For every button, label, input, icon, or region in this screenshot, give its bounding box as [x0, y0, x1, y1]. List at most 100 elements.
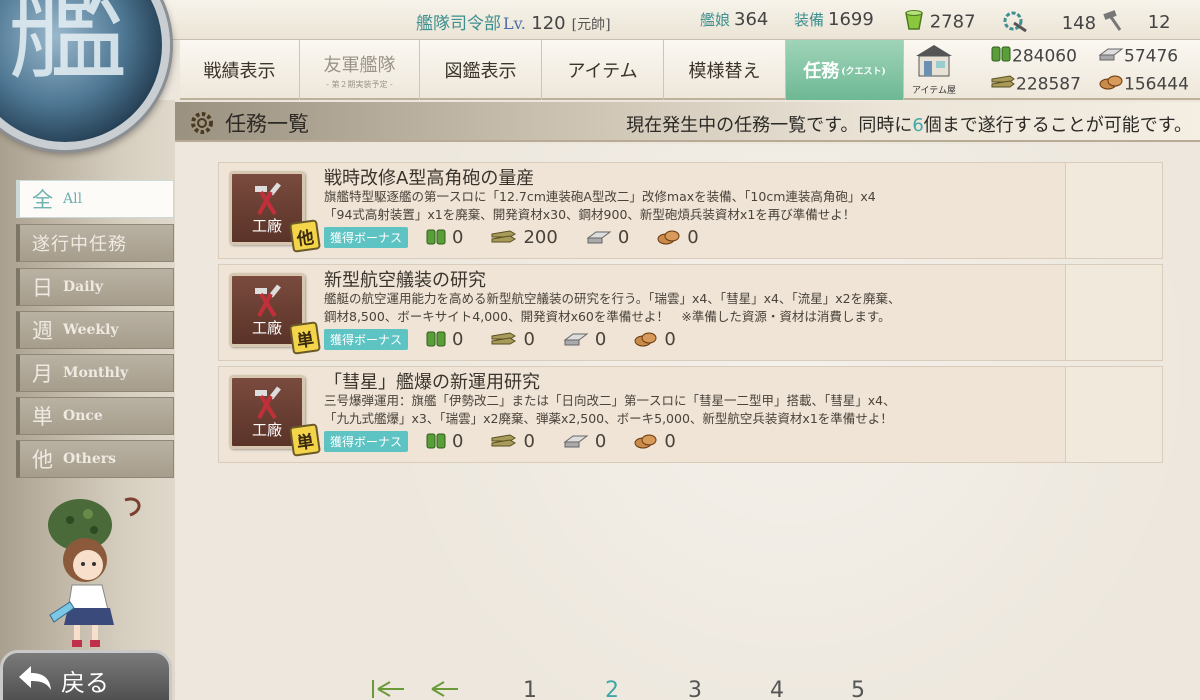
ship-count: 艦娘 364 [700, 9, 768, 30]
tab-sub-label: - 第２期実装予定 - [326, 79, 393, 89]
page-3[interactable]: 3 [688, 678, 702, 700]
first-page-icon[interactable] [370, 678, 410, 700]
shop-label: アイテム屋 [911, 86, 957, 96]
reward-ammo: 200 [491, 227, 558, 248]
category-all[interactable]: 全 All [16, 180, 174, 218]
bauxite-icon [634, 434, 657, 449]
equip-label: 装備 [794, 11, 825, 29]
quest-description: 艦艇の航空運用能力を高める新型航空艤装の研究を行う。「瑞雲」x4、「彗星」x4、… [324, 290, 1054, 326]
reward-value: 0 [452, 430, 464, 452]
bonus-button[interactable]: 獲得ボーナス [324, 430, 409, 452]
fuel-value: 284060 [1012, 46, 1077, 67]
item-shop-button[interactable]: アイテム屋 [904, 42, 964, 98]
fuel-icon [426, 433, 446, 449]
quest-rewards: 獲得ボーナス 0 0 0 0 [324, 430, 704, 452]
hammer-icon [1102, 9, 1126, 36]
reward-steel: 0 [563, 431, 606, 452]
reward-value: 0 [452, 328, 464, 350]
ammo-value: 228587 [1016, 74, 1081, 95]
reward-bauxite: 0 [657, 227, 699, 248]
tab-label: 戦績表示 [203, 61, 276, 82]
hammer-icon [249, 282, 289, 322]
bonus-button[interactable]: 獲得ボーナス [324, 328, 409, 350]
category-daily[interactable]: 日 Daily [16, 268, 174, 306]
category-weekly[interactable]: 週 Weekly [16, 311, 174, 349]
category-once[interactable]: 単 Once [16, 397, 174, 435]
bauxite-icon [1098, 73, 1124, 96]
category-in-progress[interactable]: 遂行中任務 [16, 224, 174, 262]
tab-battle-record[interactable]: 戦績表示 [180, 40, 300, 100]
quest-title: 戦時改修A型高角砲の量産 [324, 168, 535, 189]
reward-ammo: 0 [491, 328, 535, 350]
bauxite-value: 156444 [1124, 74, 1189, 95]
quest-item[interactable]: 工廠 単 「彗星」艦爆の新運用研究 三号爆弾運用：旗艦「伊勢改二」または「日向改… [218, 366, 1163, 463]
category-monthly[interactable]: 月 Monthly [16, 354, 174, 392]
rank-label: [元帥] [571, 17, 611, 33]
tab-en-label: (クエスト) [841, 66, 886, 77]
secretary-chibi [30, 490, 150, 654]
reward-value: 0 [664, 328, 676, 350]
steel-icon [1098, 45, 1124, 68]
header-msg-num: 6 [912, 115, 924, 136]
reward-fuel: 0 [426, 329, 463, 350]
category-en: Weekly [63, 322, 119, 338]
tab-items[interactable]: アイテム [542, 40, 664, 100]
reward-value: 0 [523, 328, 535, 350]
hammer-icon [249, 180, 289, 220]
category-others[interactable]: 他 Others [16, 440, 174, 478]
reward-bauxite: 0 [634, 328, 676, 350]
tab-label: 模様替え [688, 61, 761, 82]
tab-furniture[interactable]: 模様替え [664, 40, 786, 100]
quest-item[interactable]: 工廠 他 戦時改修A型高角砲の量産 旗艦特型駆逐艦の第一スロに「12.7cm連装… [218, 162, 1163, 259]
equip-count: 装備 1699 [794, 9, 874, 30]
bucket-icon [904, 9, 924, 36]
category-sidebar: 全 All 遂行中任務 日 Daily 週 Weekly 月 Monthly 単 Once… [0, 100, 175, 700]
page-4[interactable]: 4 [770, 678, 784, 700]
equip-value: 1699 [828, 9, 874, 30]
page-2[interactable]: 2 [605, 678, 619, 700]
quest-desc-line: 旗艦特型駆逐艦の第一スロに「12.7cm連装砲A型改二」改修maxを装備、「10… [324, 189, 876, 204]
tab-label: 任務 [803, 61, 840, 82]
quest-desc-line: 鋼材8,500、ボーキサイト4,000、開発資材x60を準備せよ！ ※準備した資… [324, 309, 891, 324]
bonus-button[interactable]: 獲得ボーナス [324, 226, 409, 248]
reward-bauxite: 0 [634, 431, 676, 452]
tab-quests[interactable]: 任務 (クエスト) [786, 40, 904, 100]
steel-value: 57476 [1124, 46, 1179, 67]
page-1[interactable]: 1 [523, 678, 537, 700]
bucket-count: 2787 [904, 9, 976, 36]
reward-value: 0 [617, 226, 630, 248]
quest-desc-line: 三号爆弾運用：旗艦「伊勢改二」または「日向改二」第一スロに「彗星一二型甲」搭載、… [324, 393, 896, 408]
header-message: 現在発生中の任務一覧です。同時に6個まで遂行することが可能です。 [626, 111, 1192, 137]
quest-rewards: 獲得ボーナス 0 0 0 0 [324, 328, 704, 350]
reward-fuel: 0 [426, 227, 463, 248]
category-en: Once [63, 408, 103, 424]
steel-amount: 57476 [1098, 45, 1178, 68]
steel-icon [563, 435, 589, 448]
hq-level: 艦隊司令部 Lv. 120 [元帥] [416, 9, 611, 34]
fuel-icon [426, 331, 446, 347]
quest-status-cell [1065, 367, 1162, 462]
ammo-icon [491, 230, 517, 243]
quest-status-cell [1065, 163, 1162, 258]
fuel-amount: 284060 [990, 45, 1077, 68]
status-bar: 艦隊司令部 Lv. 120 [元帥] 艦娘 364 装備 1699 2787 148 1… [0, 0, 1200, 40]
tab-friend-fleet: 友軍艦隊 - 第２期実装予定 - [300, 40, 420, 100]
category-en: All [63, 191, 83, 207]
back-button[interactable]: 戻る [0, 650, 172, 700]
category-en: Daily [63, 279, 103, 295]
dev-material-icon [1002, 9, 1028, 38]
page-5[interactable]: 5 [851, 678, 865, 700]
reward-value: 0 [452, 226, 464, 248]
fuel-icon [990, 45, 1012, 68]
tab-encyclopedia[interactable]: 図鑑表示 [420, 40, 542, 100]
header-msg-pre: 現在発生中の任務一覧です。同時に [626, 115, 913, 136]
prev-page-icon[interactable] [428, 678, 462, 700]
ammo-icon [990, 73, 1016, 96]
tab-label: 図鑑表示 [444, 61, 517, 82]
quest-desc-line: 「九九式艦爆」x3、「瑞雲」x2廃棄、弾薬x2,500、ボーキ5,000、新型航… [324, 411, 893, 426]
quest-desc-line: 艦艇の航空運用能力を高める新型航空艤装の研究を行う。「瑞雲」x4、「彗星」x4、… [324, 291, 901, 306]
hq-label: 艦隊司令部 [416, 14, 501, 34]
quest-item[interactable]: 工廠 単 新型航空艤装の研究 艦艇の航空運用能力を高める新型航空艤装の研究を行う… [218, 264, 1163, 361]
quest-description: 三号爆弾運用：旗艦「伊勢改二」または「日向改二」第一スロに「彗星一二型甲」搭載、… [324, 392, 1054, 428]
reward-ammo: 0 [491, 431, 535, 452]
